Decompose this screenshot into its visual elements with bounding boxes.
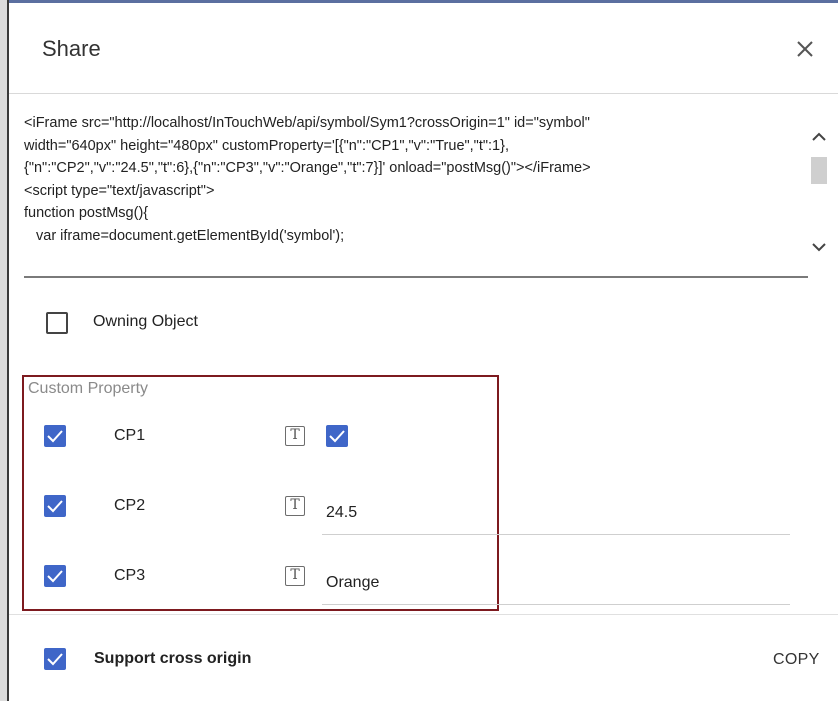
- cp2-checkbox[interactable]: [44, 495, 66, 517]
- footer-divider: [9, 614, 838, 615]
- close-icon: [797, 41, 813, 57]
- cp1-name: CP1: [114, 427, 146, 444]
- check-icon: [47, 500, 63, 513]
- header-divider: [9, 93, 838, 94]
- text-type-icon: T: [285, 426, 305, 446]
- owning-object-label: Owning Object: [93, 313, 198, 330]
- check-icon: [47, 570, 63, 583]
- check-icon: [329, 430, 345, 443]
- embed-code-textarea[interactable]: <iFrame src="http://localhost/InTouchWeb…: [24, 112, 804, 276]
- close-button[interactable]: [788, 32, 822, 66]
- cp2-input-underline: [322, 534, 790, 535]
- code-line: <script type="text/javascript">: [24, 182, 215, 199]
- chevron-up-icon: [812, 132, 826, 141]
- support-cross-origin-label: Support cross origin: [94, 650, 252, 667]
- cp3-input-underline: [322, 604, 790, 605]
- custom-property-title: Custom Property: [28, 380, 149, 397]
- text-type-icon: T: [285, 566, 305, 586]
- code-line: width="640px" height="480px" customPrope…: [24, 137, 509, 154]
- cp3-name: CP3: [114, 567, 146, 584]
- chevron-down-icon: [812, 243, 826, 252]
- scroll-down-button[interactable]: [808, 238, 830, 261]
- scroll-up-button[interactable]: [808, 128, 830, 151]
- owning-object-checkbox[interactable]: [46, 312, 68, 334]
- copy-button[interactable]: COPY: [773, 651, 820, 669]
- cp3-value-input[interactable]: Orange: [326, 574, 379, 592]
- window-top-border: [9, 0, 838, 3]
- support-cross-origin-checkbox[interactable]: [44, 648, 66, 670]
- cp1-value-checkbox[interactable]: [326, 425, 348, 447]
- code-line: var iframe=document.getElementById('symb…: [36, 227, 345, 244]
- code-line: <iFrame src="http://localhost/InTouchWeb…: [24, 115, 590, 131]
- cp3-checkbox[interactable]: [44, 565, 66, 587]
- code-underline: [24, 276, 808, 278]
- custom-property-highlight: [22, 375, 499, 611]
- text-type-icon: T: [285, 496, 305, 516]
- cp1-checkbox[interactable]: [44, 425, 66, 447]
- check-icon: [47, 653, 63, 666]
- scrollbar-thumb[interactable]: [811, 157, 827, 184]
- code-line: {"n":"CP2","v":"24.5","t":6},{"n":"CP3",…: [24, 160, 591, 177]
- cp2-value-input[interactable]: 24.5: [326, 504, 357, 522]
- window-left-edge: [0, 0, 9, 701]
- code-line: function postMsg(){: [24, 205, 149, 222]
- dialog-title: Share: [42, 36, 101, 61]
- cp2-name: CP2: [114, 497, 146, 514]
- check-icon: [47, 430, 63, 443]
